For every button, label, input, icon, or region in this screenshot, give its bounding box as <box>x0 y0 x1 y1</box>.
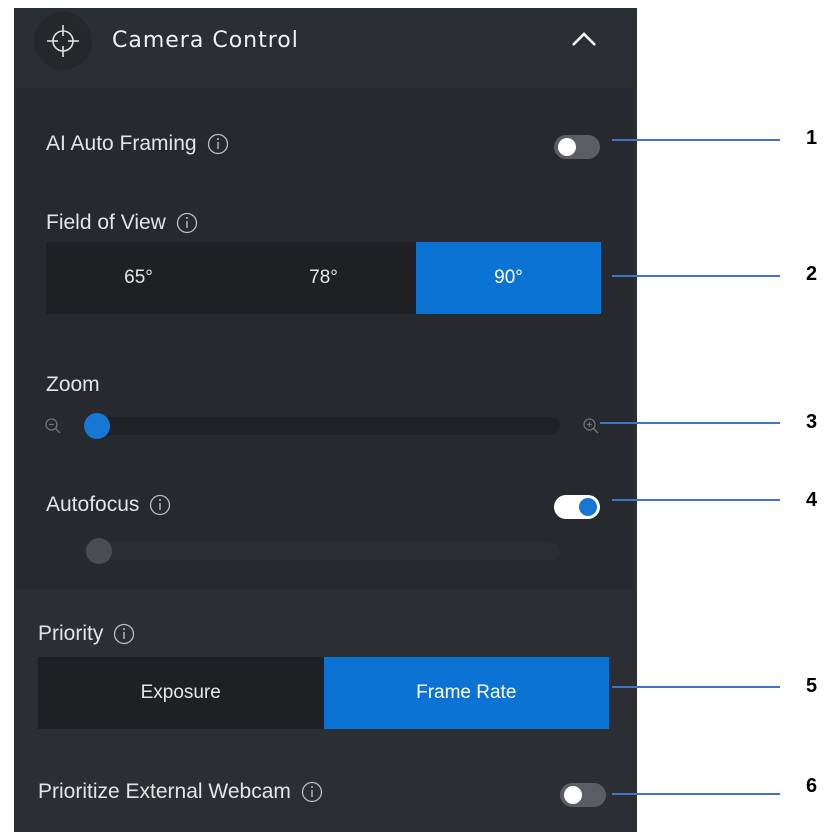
info-icon[interactable] <box>113 623 135 645</box>
zoom-row: Zoom <box>46 373 100 397</box>
priority-option-exposure[interactable]: Exposure <box>38 657 324 729</box>
info-icon[interactable] <box>149 494 171 516</box>
prioritize-external-webcam-toggle[interactable] <box>560 783 606 807</box>
focus-slider-track <box>84 542 560 560</box>
crosshair-icon <box>34 12 92 70</box>
autofocus-label: Autofocus <box>46 493 140 516</box>
ai-auto-framing-toggle[interactable] <box>554 135 600 159</box>
autofocus-row: Autofocus <box>46 493 171 517</box>
fov-option-78[interactable]: 78° <box>231 242 416 314</box>
callout-number-5: 5 <box>806 675 818 697</box>
priority-label: Priority <box>38 622 104 645</box>
zoom-slider-track[interactable] <box>84 417 560 435</box>
collapse-button[interactable] <box>567 24 601 54</box>
zoom-label: Zoom <box>46 373 100 396</box>
camera-settings-subpanel: AI Auto Framing Field of View 65° 78° 90… <box>16 88 633 590</box>
callout-number-1: 1 <box>806 127 818 149</box>
focus-slider-thumb <box>86 538 112 564</box>
info-icon[interactable] <box>176 212 198 234</box>
autofocus-toggle[interactable] <box>554 495 600 519</box>
info-icon[interactable] <box>301 781 323 803</box>
callout-line-3 <box>600 422 780 424</box>
priority-row: Priority <box>38 622 135 646</box>
callout-number-6: 6 <box>806 775 818 797</box>
camera-control-panel: Camera Control AI Auto Framing Field of … <box>14 8 637 832</box>
zoom-slider-thumb[interactable] <box>84 413 110 439</box>
callout-line-5 <box>612 686 780 688</box>
field-of-view-selector: 65° 78° 90° <box>46 242 601 314</box>
prioritize-external-webcam-row: Prioritize External Webcam <box>38 780 323 804</box>
fov-option-65[interactable]: 65° <box>46 242 231 314</box>
prioritize-external-webcam-label: Prioritize External Webcam <box>38 780 291 803</box>
ai-auto-framing-label: AI Auto Framing <box>46 132 197 155</box>
priority-selector: Exposure Frame Rate <box>38 657 609 729</box>
field-of-view-label: Field of View <box>46 211 166 234</box>
panel-title: Camera Control <box>112 28 299 53</box>
callout-number-3: 3 <box>806 411 818 433</box>
fov-option-90[interactable]: 90° <box>416 242 601 314</box>
callout-number-4: 4 <box>806 489 818 511</box>
zoom-out-icon[interactable] <box>44 417 62 440</box>
priority-option-frame-rate[interactable]: Frame Rate <box>323 657 609 729</box>
callout-line-6 <box>612 793 780 795</box>
ai-auto-framing-row: AI Auto Framing <box>46 132 229 156</box>
callout-line-1 <box>612 139 780 141</box>
callout-line-4 <box>612 499 780 501</box>
info-icon[interactable] <box>207 133 229 155</box>
callout-line-2 <box>612 275 780 277</box>
field-of-view-row: Field of View <box>46 211 198 235</box>
callout-number-2: 2 <box>806 263 818 285</box>
chevron-up-icon <box>572 32 596 46</box>
zoom-in-icon[interactable] <box>582 417 600 440</box>
